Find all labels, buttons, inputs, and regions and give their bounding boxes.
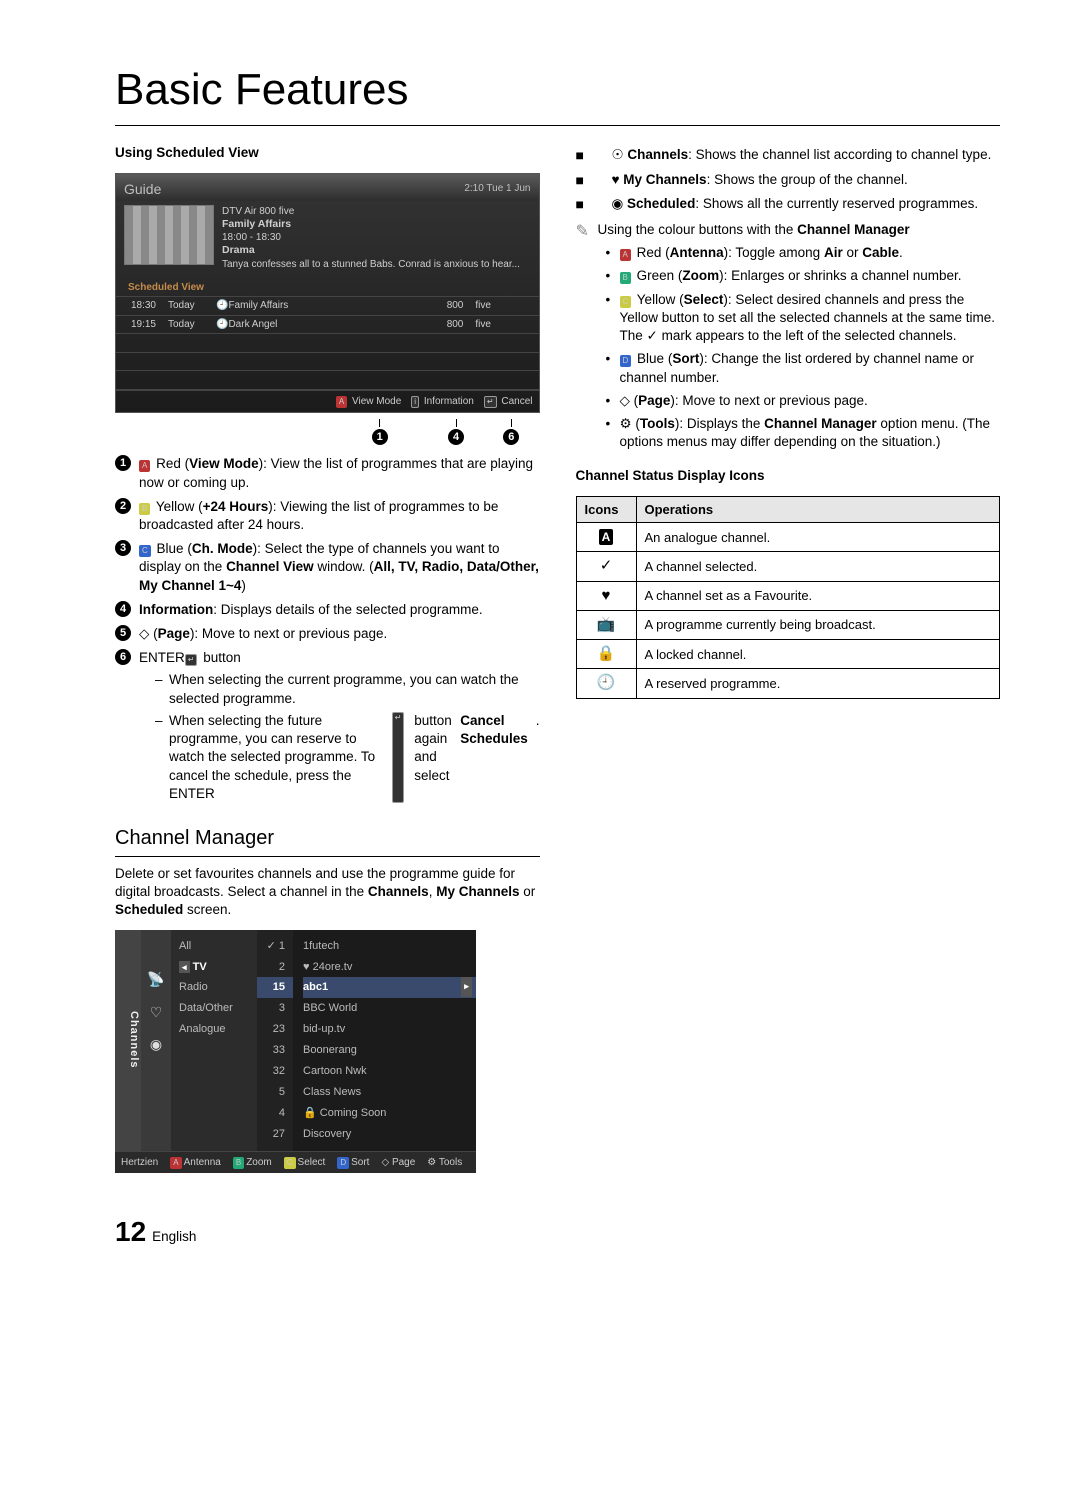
- sublist-item: When selecting the future programme, you…: [169, 712, 540, 803]
- table-row: ✓A channel selected.: [576, 552, 1000, 581]
- list-item: A Red (View Mode): View the list of prog…: [139, 455, 540, 491]
- cm-row[interactable]: Boonerang: [303, 1040, 476, 1061]
- marker-1: 1: [372, 429, 388, 445]
- channel-status-heading: Channel Status Display Icons: [576, 467, 1001, 485]
- cm-cat[interactable]: ◂ TV: [179, 957, 257, 978]
- guide-foot-info[interactable]: i Information: [411, 395, 474, 409]
- heart-icon: ♥: [612, 172, 620, 187]
- enter-icon: ↵: [392, 712, 405, 803]
- table-row: 19:15 Today 🕘Dark Angel 800 five: [116, 315, 539, 334]
- list-item: C Yellow (Select): Select desired channe…: [606, 291, 1001, 346]
- scheduled-view-table: 18:30 Today 🕘Family Affairs 800 five 19:…: [116, 296, 539, 390]
- list-item: B Green (Zoom): Enlarges or shrinks a ch…: [606, 267, 1001, 285]
- channel-manager-bullets: ☉ Channels: Shows the channel list accor…: [576, 146, 1001, 213]
- list-item: B Yellow (+24 Hours): Viewing the list o…: [139, 498, 540, 534]
- list-item: ◇ (Page): Move to next or previous page.: [139, 625, 540, 643]
- list-marker: 6: [115, 649, 131, 665]
- channel-manager-heading: Channel Manager: [115, 825, 540, 852]
- cm-row[interactable]: Class News: [303, 1082, 476, 1103]
- list-item: ♥ My Channels: Shows the group of the ch…: [576, 171, 1001, 189]
- cm-foot-zoom[interactable]: BZoom: [233, 1156, 272, 1170]
- list-marker: 5: [115, 625, 131, 641]
- guide-clock: 2:10 Tue 1 Jun: [464, 182, 530, 196]
- marker-4: 4: [448, 429, 464, 445]
- enter-icon: ↵: [185, 654, 198, 666]
- list-item: ◇ (Page): Move to next or previous page.: [606, 392, 1001, 410]
- channel-manager-intro: Delete or set favourites channels and us…: [115, 865, 540, 920]
- clock-icon: ◉: [150, 1035, 162, 1054]
- cm-foot-sort[interactable]: DSort: [337, 1156, 369, 1170]
- cm-row[interactable]: Cartoon Nwk: [303, 1061, 476, 1082]
- cm-row[interactable]: BBC World: [303, 998, 476, 1019]
- cm-row[interactable]: bid-up.tv: [303, 1019, 476, 1040]
- table-row: 🕘A reserved programme.: [576, 669, 1000, 698]
- table-row: 🔒A locked channel.: [576, 640, 1000, 669]
- list-marker: 2: [115, 498, 131, 514]
- list-item: ◉ Scheduled: Shows all the currently res…: [576, 195, 1001, 213]
- table-row: 📺A programme currently being broadcast.: [576, 610, 1000, 639]
- list-marker: 4: [115, 601, 131, 617]
- cm-row[interactable]: 🔒 Coming Soon: [303, 1103, 476, 1124]
- marker-6: 6: [503, 429, 519, 445]
- cm-side-label: Channels: [115, 930, 141, 1151]
- cm-foot-source: Hertzien: [121, 1156, 158, 1170]
- sublist-item: When selecting the current programme, yo…: [169, 671, 540, 707]
- page-number: 12: [115, 1213, 146, 1251]
- scheduled-icon: ◉: [612, 196, 624, 211]
- cm-foot-page[interactable]: ◇ Page: [381, 1156, 415, 1170]
- table-row: ♥A channel set as a Favourite.: [576, 581, 1000, 610]
- list-item: ☉ Channels: Shows the channel list accor…: [576, 146, 1001, 164]
- guide-programme-name: Family Affairs: [222, 218, 520, 232]
- guide-synopsis: Tanya confesses all to a stunned Babs. C…: [222, 258, 520, 271]
- list-item: A Red (Antenna): Toggle among Air or Cab…: [606, 244, 1001, 262]
- list-item: Information: Displays details of the sel…: [139, 601, 540, 619]
- cm-row[interactable]: Discovery: [303, 1124, 476, 1145]
- heart-icon: ♡: [150, 1003, 163, 1022]
- guide-title: Guide: [124, 180, 161, 199]
- guide-foot-cancel[interactable]: ↵ Cancel: [484, 395, 533, 409]
- channel-manager-preview: Channels 📡 ♡ ◉ All ◂ TV Radio Data/Other…: [115, 930, 476, 1173]
- cm-row[interactable]: 1futech: [303, 936, 476, 957]
- scheduled-view-heading: Using Scheduled View: [115, 144, 540, 162]
- cm-row[interactable]: ♥ 24ore.tv: [303, 957, 476, 978]
- scheduled-view-label: Scheduled View: [116, 279, 539, 297]
- cm-foot-tools[interactable]: ⚙ Tools: [427, 1156, 462, 1170]
- cm-cat[interactable]: All: [179, 936, 257, 957]
- cm-foot-antenna[interactable]: AAntenna: [170, 1156, 221, 1170]
- guide-preview: Guide 2:10 Tue 1 Jun DTV Air 800 five Fa…: [115, 173, 540, 414]
- cm-cat[interactable]: Data/Other: [179, 998, 257, 1019]
- numbered-feature-list: 1 A Red (View Mode): View the list of pr…: [115, 455, 540, 807]
- list-item: ⚙ (Tools): Displays the Channel Manager …: [606, 415, 1001, 451]
- page-language: English: [152, 1228, 196, 1246]
- channel-status-table: IconsOperations AAn analogue channel. ✓A…: [576, 496, 1001, 699]
- channels-icon: ☉: [612, 147, 624, 162]
- table-row: 18:30 Today 🕘Family Affairs 800 five: [116, 297, 539, 316]
- cm-cat[interactable]: Radio: [179, 977, 257, 998]
- guide-time-range: 18:00 - 18:30: [222, 231, 520, 244]
- list-marker: 1: [115, 455, 131, 471]
- guide-genre: Drama: [222, 244, 520, 258]
- cm-cat[interactable]: Analogue: [179, 1019, 257, 1040]
- cm-row[interactable]: abc1 ▸: [303, 977, 476, 998]
- list-item: D Blue (Sort): Change the list ordered b…: [606, 350, 1001, 386]
- guide-thumbnail: [124, 205, 214, 265]
- subtitle-rule: [115, 856, 540, 857]
- list-item: C Blue (Ch. Mode): Select the type of ch…: [139, 540, 540, 595]
- title-rule: [115, 125, 1000, 126]
- list-marker: 3: [115, 540, 131, 556]
- antenna-icon: 📡: [147, 970, 164, 989]
- colour-button-list: A Red (Antenna): Toggle among Air or Cab…: [576, 244, 1001, 451]
- page-title: Basic Features: [115, 60, 1000, 119]
- cm-foot-select[interactable]: CSelect: [284, 1156, 326, 1170]
- guide-channel: DTV Air 800 five: [222, 205, 520, 218]
- table-row: AAn analogue channel.: [576, 523, 1000, 552]
- guide-foot-view[interactable]: A View Mode: [336, 395, 401, 409]
- note-colour-buttons: Using the colour buttons with the Channe…: [576, 221, 1001, 239]
- list-item: ENTER↵ button When selecting the current…: [139, 649, 540, 807]
